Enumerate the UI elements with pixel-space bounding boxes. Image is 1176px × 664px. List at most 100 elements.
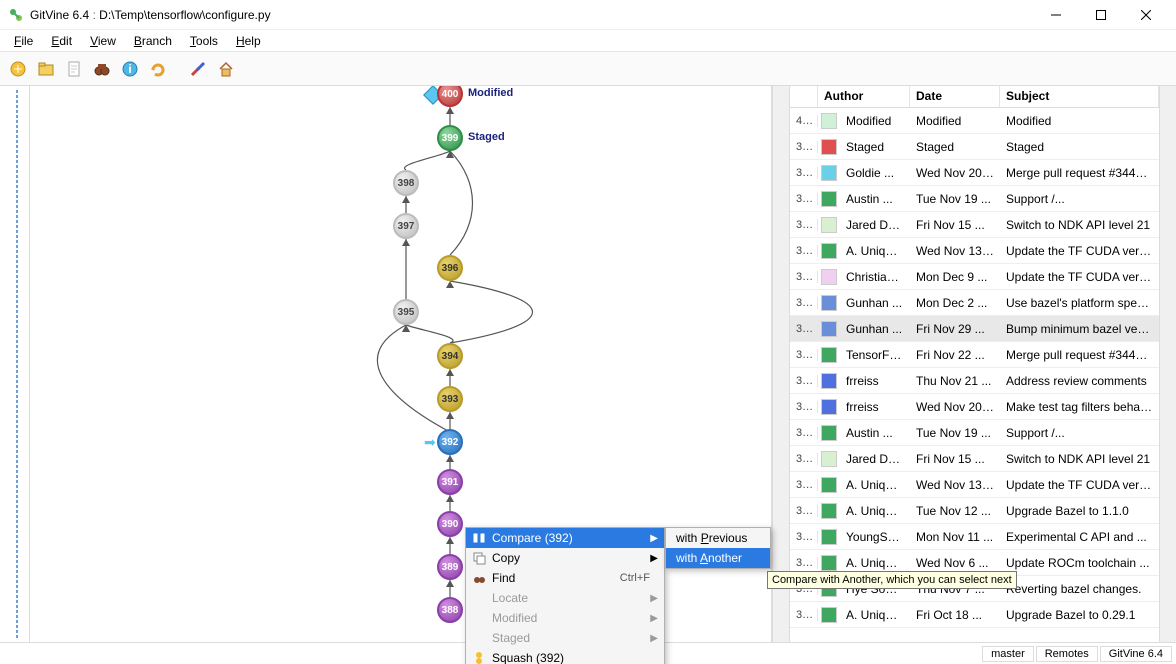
menu-file[interactable]: File xyxy=(6,32,41,50)
row-subject: Use bazel's platform specific ... xyxy=(1000,296,1159,310)
commit-node-390[interactable]: 390 xyxy=(437,511,463,537)
overview-gutter[interactable] xyxy=(0,86,30,642)
row-subject: Support /... xyxy=(1000,192,1159,206)
maximize-button[interactable] xyxy=(1078,0,1123,30)
ctx-squash-[interactable]: Squash (392) xyxy=(466,648,664,664)
row-date: Staged xyxy=(910,140,1000,154)
table-row[interactable]: 392Gunhan ...Fri Nov 29 ...Bump minimum … xyxy=(790,316,1159,342)
row-author: A. Unique ... xyxy=(840,244,910,258)
table-row[interactable]: 390frreissThu Nov 21 ...Address review c… xyxy=(790,368,1159,394)
close-button[interactable] xyxy=(1123,0,1168,30)
table-row[interactable]: 396Jared DukeFri Nov 15 ...Switch to NDK… xyxy=(790,212,1159,238)
table-scrollbar[interactable] xyxy=(1159,86,1176,642)
menu-edit[interactable]: Edit xyxy=(43,32,80,50)
row-subject: Modified xyxy=(1000,114,1159,128)
home-icon[interactable] xyxy=(214,57,238,81)
table-row[interactable]: 386A. Unique ...Wed Nov 13 ...Update the… xyxy=(790,472,1159,498)
row-subject: Switch to NDK API level 21 xyxy=(1000,452,1159,466)
menu-branch[interactable]: Branch xyxy=(126,32,180,50)
table-row[interactable]: 384YoungSeo...Mon Nov 11 ...Experimental… xyxy=(790,524,1159,550)
row-date: Mon Dec 2 ... xyxy=(910,296,1000,310)
avatar xyxy=(818,503,840,519)
avatar xyxy=(818,555,840,571)
table-row[interactable]: 398Goldie ...Wed Nov 20 ...Merge pull re… xyxy=(790,160,1159,186)
row-subject: Switch to NDK API level 21 xyxy=(1000,218,1159,232)
context-menu: Compare (392)▶Copy▶FindCtrl+FLocate▶Modi… xyxy=(465,527,665,664)
row-subject: Merge pull request #34465 ... xyxy=(1000,166,1159,180)
commit-node-389[interactable]: 389 xyxy=(437,554,463,580)
minimize-button[interactable] xyxy=(1033,0,1078,30)
ctx-sub-with-previous[interactable]: with Previous xyxy=(666,528,770,548)
ctx-modified: Modified▶ xyxy=(466,608,664,628)
table-row[interactable]: 400ModifiedModifiedModified xyxy=(790,108,1159,134)
commit-node-395[interactable]: 395 xyxy=(393,299,419,325)
table-row[interactable]: 399StagedStagedStaged xyxy=(790,134,1159,160)
open-icon[interactable] xyxy=(34,57,58,81)
row-subject: Address review comments xyxy=(1000,374,1159,388)
commit-node-393[interactable]: 393 xyxy=(437,386,463,412)
table-row[interactable]: 397Austin ...Tue Nov 19 ...Support /... xyxy=(790,186,1159,212)
status-remotes[interactable]: Remotes xyxy=(1036,646,1098,662)
doc-icon[interactable] xyxy=(62,57,86,81)
menu-help[interactable]: Help xyxy=(228,32,269,50)
row-subject: Reverting bazel changes. xyxy=(1000,582,1159,596)
menu-tools[interactable]: Tools xyxy=(182,32,226,50)
commit-node-398[interactable]: 398 xyxy=(393,170,419,196)
col-index[interactable] xyxy=(790,86,818,107)
menu-view[interactable]: View xyxy=(82,32,124,50)
ctx-sub-with-another[interactable]: with Another xyxy=(666,548,770,568)
row-author: frreiss xyxy=(840,400,910,414)
col-author[interactable]: Author xyxy=(818,86,910,107)
avatar xyxy=(818,139,840,155)
ctx-compare-[interactable]: Compare (392)▶ xyxy=(466,528,664,548)
commit-node-392[interactable]: 392 xyxy=(437,429,463,455)
ctx-find[interactable]: FindCtrl+F xyxy=(466,568,664,588)
row-author: Goldie ... xyxy=(840,166,910,180)
commit-node-397[interactable]: 397 xyxy=(393,213,419,239)
row-date: Mon Dec 9 ... xyxy=(910,270,1000,284)
tooltip: Compare with Another, which you can sele… xyxy=(767,571,1017,589)
avatar xyxy=(818,425,840,441)
commit-node-label: Modified xyxy=(468,87,513,99)
table-row[interactable]: 381A. Unique ...Fri Oct 18 ...Upgrade Ba… xyxy=(790,602,1159,628)
commit-node-396[interactable]: 396 xyxy=(437,255,463,281)
table-row[interactable]: 394Christian ...Mon Dec 9 ...Update the … xyxy=(790,264,1159,290)
avatar xyxy=(818,607,840,623)
row-subject: Upgrade Bazel to 0.29.1 xyxy=(1000,608,1159,622)
table-row[interactable]: 395A. Unique ...Wed Nov 13 ...Update the… xyxy=(790,238,1159,264)
binoculars-icon[interactable] xyxy=(90,57,114,81)
table-row[interactable]: 387Jared DukeFri Nov 15 ...Switch to NDK… xyxy=(790,446,1159,472)
col-date[interactable]: Date xyxy=(910,86,1000,107)
row-subject: Support /... xyxy=(1000,426,1159,440)
row-date: Mon Nov 11 ... xyxy=(910,530,1000,544)
row-subject: Update the TF CUDA version ... xyxy=(1000,244,1159,258)
ctx-copy[interactable]: Copy▶ xyxy=(466,548,664,568)
status-branch[interactable]: master xyxy=(982,646,1034,662)
row-date: Tue Nov 12 ... xyxy=(910,504,1000,518)
row-date: Fri Nov 15 ... xyxy=(910,452,1000,466)
table-row[interactable]: 389frreissWed Nov 20 ...Make test tag fi… xyxy=(790,394,1159,420)
info-icon[interactable]: i xyxy=(118,57,142,81)
commit-node-394[interactable]: 394 xyxy=(437,343,463,369)
graph-scrollbar[interactable] xyxy=(772,86,789,642)
table-row[interactable]: 388Austin ...Tue Nov 19 ...Support /... xyxy=(790,420,1159,446)
commit-node-391[interactable]: 391 xyxy=(437,469,463,495)
redo-icon[interactable] xyxy=(146,57,170,81)
commit-node-388[interactable]: 388 xyxy=(437,597,463,623)
row-date: Fri Nov 22 ... xyxy=(910,348,1000,362)
menubar: File Edit View Branch Tools Help xyxy=(0,30,1176,52)
current-commit-marker: ➡ xyxy=(424,434,436,451)
row-subject: Update ROCm toolchain ... xyxy=(1000,556,1159,570)
table-row[interactable]: 391TensorFlo...Fri Nov 22 ...Merge pull … xyxy=(790,342,1159,368)
tools-icon[interactable] xyxy=(186,57,210,81)
row-author: TensorFlo... xyxy=(840,348,910,362)
col-subject[interactable]: Subject xyxy=(1000,86,1159,107)
row-index: 387 xyxy=(790,453,818,465)
new-icon[interactable] xyxy=(6,57,30,81)
table-row[interactable]: 385A. Unique ...Tue Nov 12 ...Upgrade Ba… xyxy=(790,498,1159,524)
status-app: GitVine 6.4 xyxy=(1100,646,1172,662)
row-subject: Update the TF CUDA version ... xyxy=(1000,270,1159,284)
context-submenu: with Previouswith Another xyxy=(665,527,771,569)
commit-node-399[interactable]: 399 xyxy=(437,125,463,151)
table-row[interactable]: 393Gunhan ...Mon Dec 2 ...Use bazel's pl… xyxy=(790,290,1159,316)
